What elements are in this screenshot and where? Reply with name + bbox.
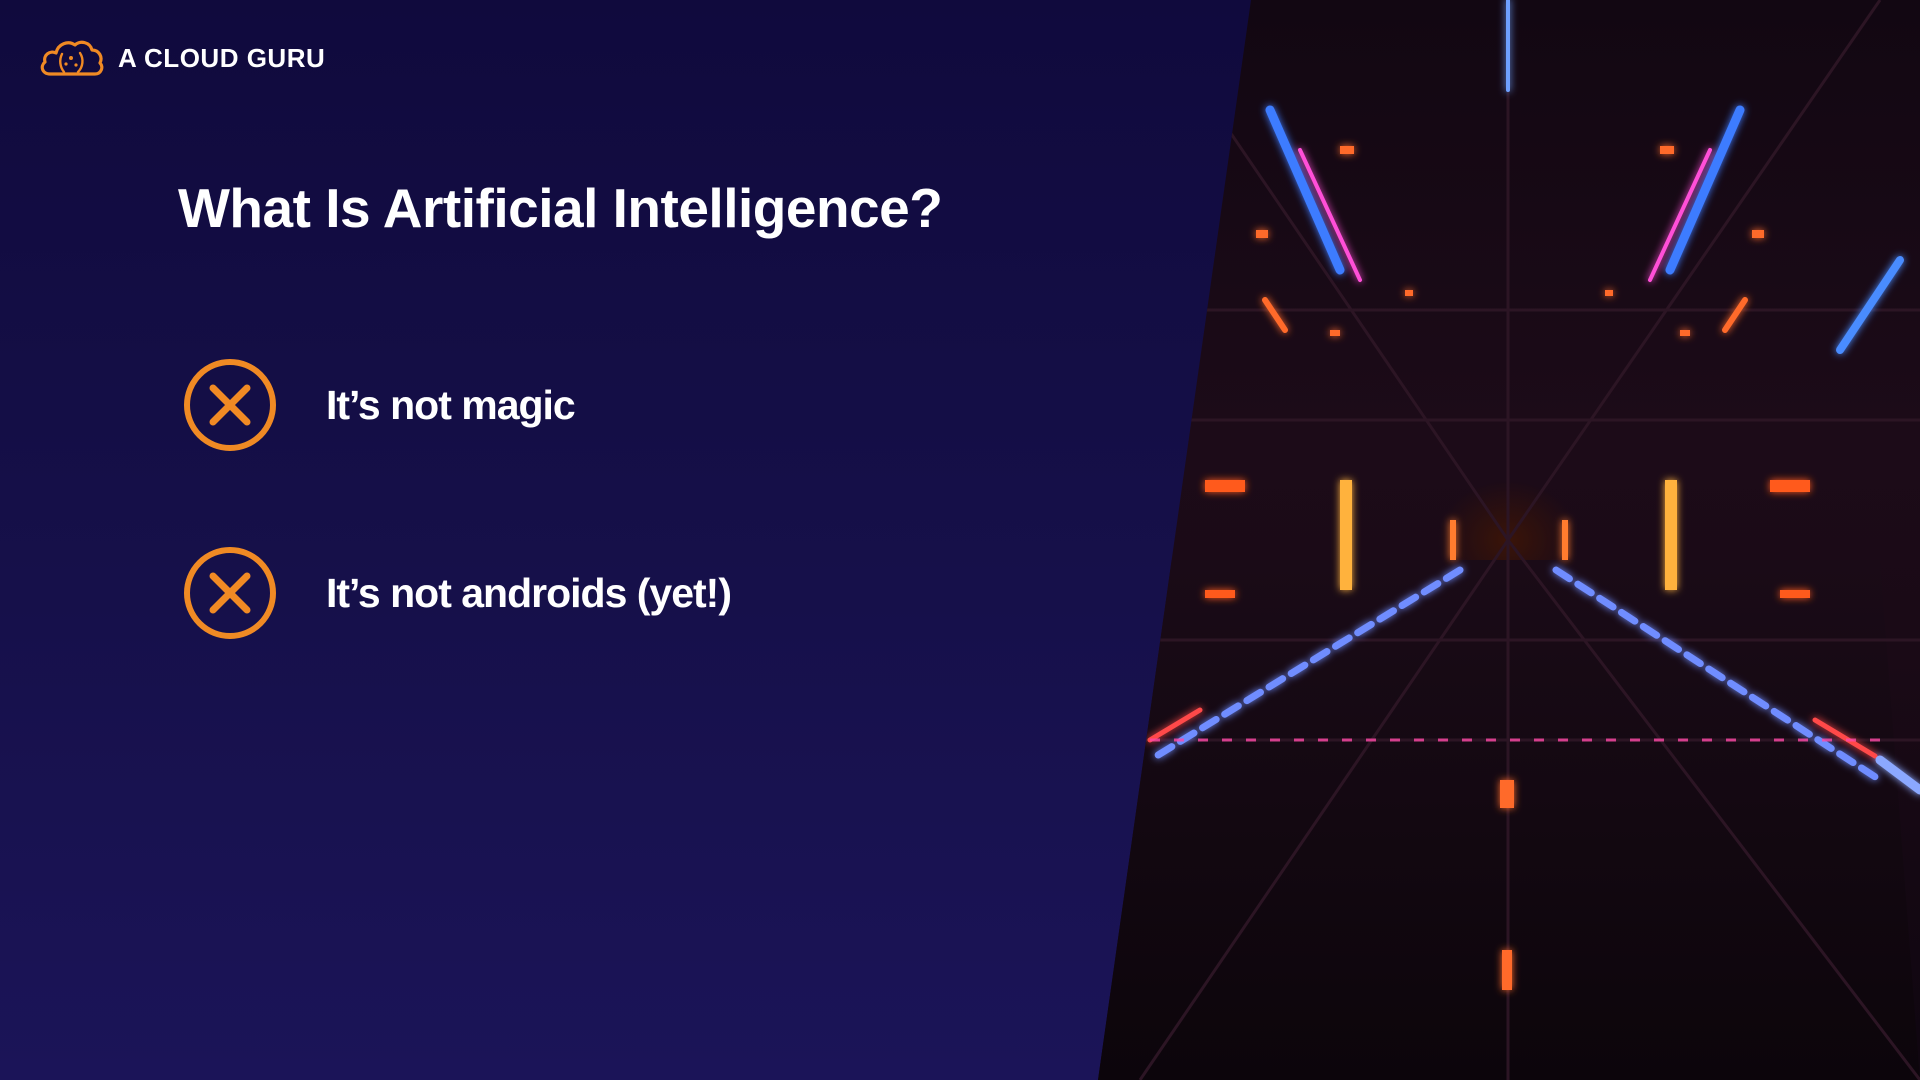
bullet-text: It’s not magic — [326, 381, 576, 428]
bullet-text: It’s not androids (yet!) — [326, 569, 732, 616]
brand-logo: A CLOUD GURU — [38, 36, 325, 80]
corridor-scene — [1098, 0, 1920, 1080]
bullet-item: It’s not androids (yet!) — [182, 544, 732, 642]
slide: A CLOUD GURU What Is Artificial Intellig… — [0, 0, 1920, 1080]
cloud-logo-icon — [40, 40, 104, 76]
bullet-item: It’s not magic — [182, 356, 576, 454]
brand-name: A CLOUD GURU — [118, 42, 326, 73]
slide-title: What Is Artificial Intelligence? — [178, 177, 943, 239]
x-circle-icon — [184, 359, 276, 451]
x-circle-icon — [184, 547, 276, 639]
neon-corridor-image — [1098, 0, 1920, 1080]
